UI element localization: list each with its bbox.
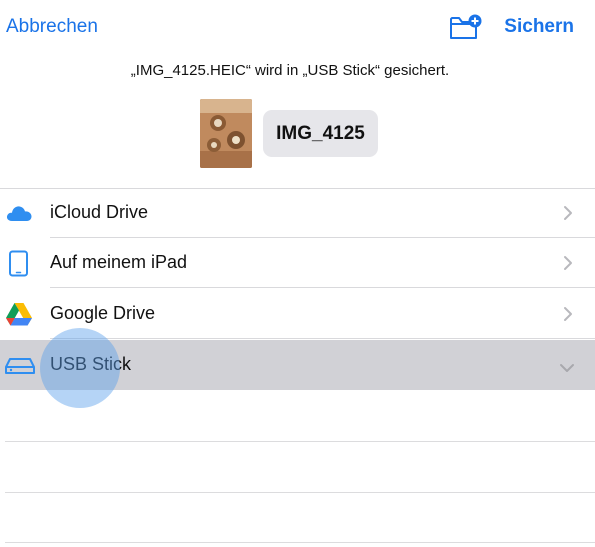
ipad-icon xyxy=(5,250,33,277)
chevron-down-icon xyxy=(559,360,575,372)
drive-icon xyxy=(5,352,35,378)
chevron-right-icon xyxy=(563,306,573,322)
location-row-usb-stick[interactable]: USB Stick xyxy=(0,340,595,390)
folder-plus-icon xyxy=(450,14,482,39)
filename-field[interactable]: IMG_4125 xyxy=(263,110,378,157)
location-row-google-drive[interactable]: Google Drive xyxy=(0,289,595,339)
location-label: Auf meinem iPad xyxy=(50,252,188,272)
file-thumbnail xyxy=(200,99,252,168)
empty-row-divider xyxy=(5,492,595,493)
chevron-right-icon xyxy=(563,255,573,271)
location-row-on-my-ipad[interactable]: Auf meinem iPad xyxy=(0,238,595,288)
row-divider xyxy=(50,338,595,339)
chevron-right-icon xyxy=(563,205,573,221)
empty-row-divider xyxy=(5,441,595,442)
icloud-icon xyxy=(5,200,33,226)
empty-row-divider xyxy=(5,542,595,543)
location-label: USB Stick xyxy=(50,354,132,374)
save-button[interactable]: Sichern xyxy=(504,16,574,38)
google-drive-icon xyxy=(5,301,33,327)
location-label: Google Drive xyxy=(50,303,156,323)
new-folder-button[interactable] xyxy=(449,13,483,41)
row-divider xyxy=(50,287,595,288)
cancel-button[interactable]: Abbrechen xyxy=(6,16,98,38)
location-row-icloud-drive[interactable]: iCloud Drive xyxy=(0,188,595,238)
navigation-bar: Abbrechen Sichern xyxy=(0,0,595,56)
save-destination-message: „IMG_4125.HEIC“ wird in „USB Stick“ gesi… xyxy=(130,62,450,79)
photo-thumbnail-image xyxy=(200,99,252,168)
location-label: iCloud Drive xyxy=(50,202,149,222)
